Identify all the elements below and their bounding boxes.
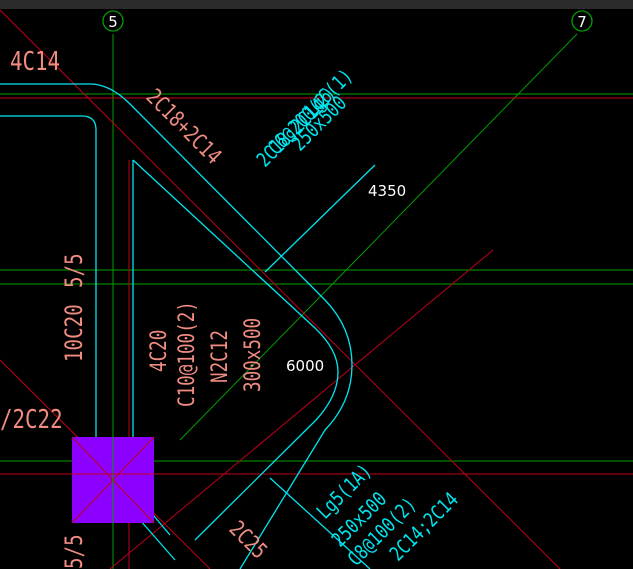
label-top-beam-bars: 2C18+2C14: [141, 84, 226, 169]
label-2c25: 2C25: [224, 516, 272, 564]
lg6-leader-line: [264, 164, 376, 273]
dimension-4350: 4350: [368, 182, 406, 200]
label-4c14: 4C14: [10, 46, 60, 77]
grid-bubble-5-label: 5: [108, 13, 118, 31]
grid-bubble-7-label: 7: [577, 13, 587, 31]
label-10c20: 10C20: [61, 304, 89, 362]
column-block[interactable]: [71, 436, 155, 524]
label-left-bottom-bars: /2C22: [0, 404, 63, 435]
label-5-5-lower: 5/5: [61, 534, 89, 569]
grid-bubble-7[interactable]: 7: [571, 10, 593, 32]
label-4c20: 4C20: [146, 330, 171, 372]
grid-bubble-5[interactable]: 5: [102, 10, 124, 32]
beam-lg5-annotation: Lg5(1A) 250x500 C8@100(2) 2C14;2C14: [313, 460, 464, 569]
label-beam-size: 300x500: [240, 318, 265, 392]
cad-drawing-canvas[interactable]: 5 7 4C14 2C18+2C14 10C20 5/5 4C20 C10@10…: [0, 0, 633, 569]
label-stirrup: C10@100(2): [174, 301, 199, 407]
beam-lg6-annotation: Lg6(1) 250x500 C6@200(2) 2C18;2C14: [253, 65, 358, 172]
dimension-6000: 6000: [286, 357, 324, 375]
label-5-5-upper: 5/5: [61, 253, 89, 288]
label-waist-bars: N2C12: [207, 330, 232, 383]
